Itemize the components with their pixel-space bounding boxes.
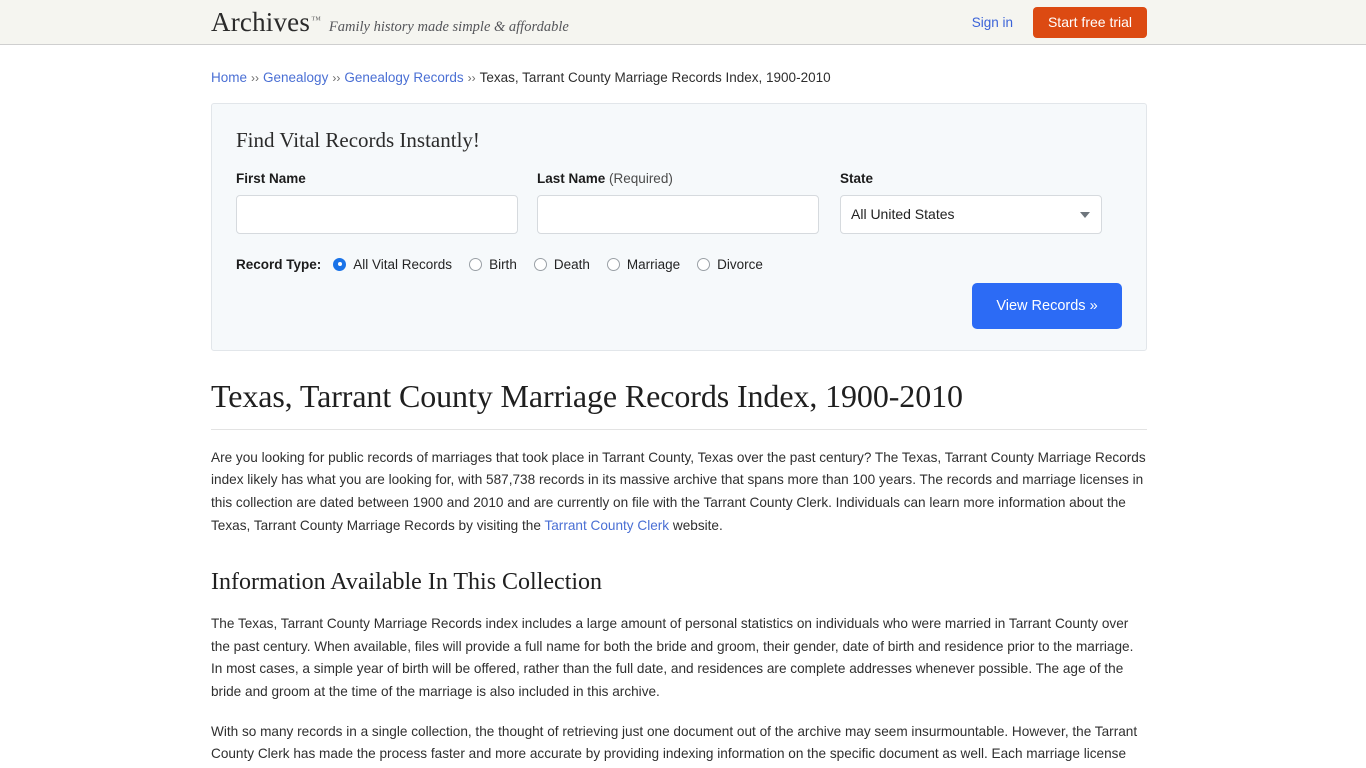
last-name-required-note: (Required) (609, 170, 673, 186)
record-type-row: Record Type: All Vital Records Birth Dea… (236, 257, 1122, 272)
record-type-option-label: Death (553, 256, 590, 272)
state-select[interactable]: All United States (840, 194, 1102, 234)
search-fields-row: First Name Last Name (Required) State Al… (236, 171, 1122, 234)
title-divider (211, 428, 1147, 430)
record-type-option-label: Divorce (717, 256, 763, 272)
breadcrumb-current-page: Texas, Tarrant County Marriage Records I… (479, 70, 831, 85)
start-free-trial-button[interactable]: Start free trial (1032, 6, 1147, 38)
first-name-label: First Name (236, 170, 306, 186)
record-type-option-death[interactable]: Death (533, 256, 590, 272)
state-field-group: State All United States (840, 171, 1102, 234)
radio-icon[interactable] (533, 257, 547, 271)
breadcrumb-item-genealogy-records[interactable]: Genealogy Records (344, 70, 463, 85)
site-header: Archives ™ Family history made simple & a… (0, 0, 1366, 45)
breadcrumb-item-genealogy[interactable]: Genealogy (263, 70, 328, 85)
section-heading-information-available: Information Available In This Collection (211, 569, 603, 596)
record-type-option-label: Marriage (626, 256, 681, 272)
last-name-input[interactable] (537, 194, 819, 234)
breadcrumb-separator: ›› (251, 71, 260, 85)
breadcrumb-separator: ›› (467, 71, 476, 85)
last-name-label: Last Name (Required) (537, 171, 819, 186)
vital-records-search-panel: Find Vital Records Instantly! First Name… (211, 102, 1147, 351)
breadcrumb-item-home[interactable]: Home (211, 70, 247, 85)
radio-icon[interactable] (606, 257, 620, 271)
radio-icon[interactable] (469, 257, 483, 271)
article-paragraph-1: Are you looking for public records of ma… (211, 447, 1147, 537)
last-name-field-group: Last Name (Required) (537, 171, 819, 234)
sign-in-link[interactable]: Sign in (972, 15, 1013, 30)
breadcrumb-separator: ›› (332, 71, 341, 85)
record-type-option-marriage[interactable]: Marriage (606, 256, 681, 272)
site-logo[interactable]: Archives ™ Family history made simple & a… (211, 7, 569, 38)
record-type-option-label: Birth (489, 256, 517, 272)
article-content: Texas, Tarrant County Marriage Records I… (211, 377, 1147, 768)
tarrant-county-clerk-link[interactable]: Tarrant County Clerk (544, 518, 669, 533)
state-select-wrapper: All United States (840, 194, 1102, 234)
breadcrumb: Home ›› Genealogy ›› Genealogy Records ›› Texa… (211, 71, 1366, 85)
site-tagline: Family history made simple & affordable (328, 18, 569, 35)
trademark-icon: ™ (311, 14, 321, 26)
article-paragraph-3: With so many records in a single collect… (211, 723, 1138, 762)
article-paragraph-2: The Texas, Tarrant County Marriage Recor… (211, 616, 1134, 700)
radio-icon[interactable] (697, 257, 711, 271)
logo-wordmark: Archives (211, 6, 311, 37)
radio-icon[interactable] (333, 257, 347, 271)
page-title: Texas, Tarrant County Marriage Records I… (211, 377, 963, 414)
paragraph-1-text-after-link: website. (669, 517, 723, 533)
search-panel-title: Find Vital Records Instantly! (236, 127, 480, 152)
record-type-option-label: All Vital Records (353, 256, 453, 272)
record-type-option-birth[interactable]: Birth (469, 257, 517, 272)
last-name-label-text: Last Name (537, 170, 606, 186)
record-type-option-divorce[interactable]: Divorce (697, 257, 763, 272)
view-records-button[interactable]: View Records » (972, 282, 1122, 329)
state-label: State (840, 170, 874, 186)
page-root: Archives ™ Family history made simple & a… (0, 0, 1366, 768)
record-type-option-all-vital-records[interactable]: All Vital Records (333, 257, 452, 272)
header-actions: Sign in Start free trial (972, 6, 1147, 38)
first-name-input[interactable] (236, 194, 518, 234)
record-type-label: Record Type: (236, 256, 322, 272)
first-name-field-group: First Name (236, 171, 518, 234)
